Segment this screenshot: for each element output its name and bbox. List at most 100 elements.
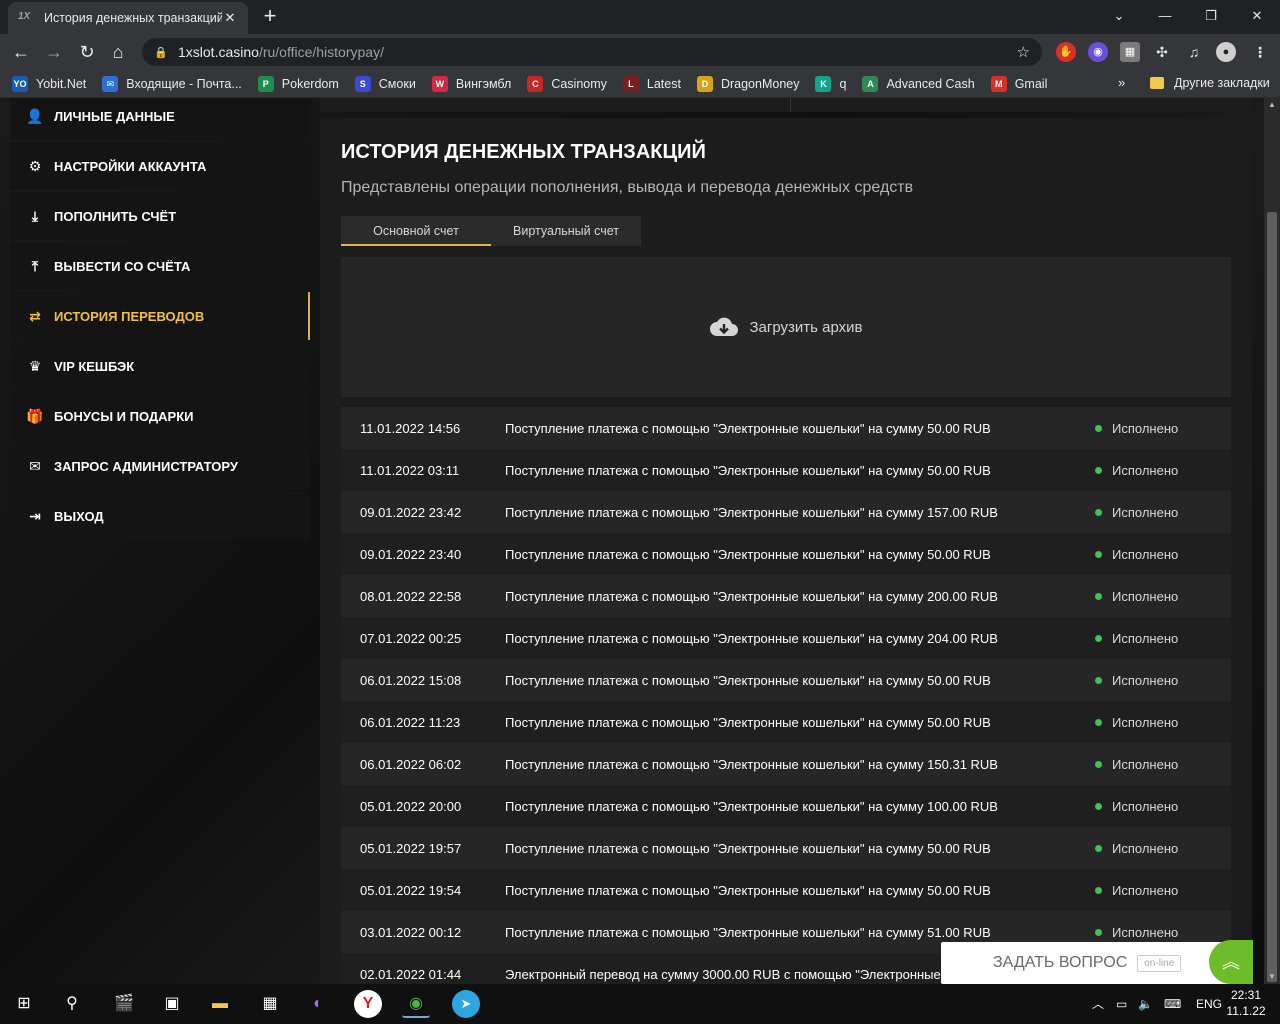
scrollbar-thumb[interactable]: [1267, 212, 1277, 982]
page-scrollbar[interactable]: ▲ ▼: [1264, 98, 1280, 984]
system-clock[interactable]: 22:31 11.1.22: [1226, 987, 1266, 1019]
extension-ghost-icon[interactable]: ◉: [1088, 42, 1108, 62]
sidebar-item-label: Выход: [54, 508, 104, 524]
chrome-icon[interactable]: ◉: [402, 990, 430, 1018]
tab-virtual-account[interactable]: Виртуальный счет: [491, 216, 641, 246]
tray-chevron-icon[interactable]: ︿: [1092, 984, 1104, 1024]
bookmark-favicon-icon: P: [257, 75, 274, 92]
tx-date: 09.01.2022 23:42: [360, 504, 462, 520]
table-row: 05.01.2022 19:57 Поступление платежа с по…: [341, 827, 1231, 869]
extension-photo-icon[interactable]: ▦: [1120, 42, 1140, 62]
browser-tab[interactable]: 1X История денежных транзакций ✕: [8, 2, 248, 34]
windows-start-icon[interactable]: ⊞: [10, 990, 38, 1018]
telegram-icon[interactable]: ➤: [452, 990, 480, 1018]
status-label: Исполнено: [1112, 882, 1179, 898]
menu-kebab-icon[interactable]: ⋮: [1250, 42, 1270, 62]
search-icon[interactable]: ⚲: [58, 990, 86, 1018]
sidebar-item[interactable]: ⇥ Выход: [10, 492, 310, 540]
volume-icon[interactable]: 🔈: [1138, 984, 1153, 1024]
media-control-icon[interactable]: ♫: [1184, 42, 1204, 62]
sidebar-item[interactable]: ⤒ Вывести со счёта: [10, 242, 310, 290]
online-badge: on-line: [1137, 954, 1182, 972]
restore-button[interactable]: ❐: [1188, 0, 1234, 34]
page-title: История денежных транзакций: [341, 141, 706, 163]
close-window-button[interactable]: ✕: [1234, 0, 1280, 34]
lock-icon[interactable]: 🔒: [154, 46, 168, 59]
bookmark-item[interactable]: M Gmail: [990, 75, 1048, 92]
other-bookmarks-folder[interactable]: Другие закладки: [1150, 76, 1270, 90]
close-tab-icon[interactable]: ✕: [222, 10, 238, 26]
tab-main-account[interactable]: Основной счет: [341, 216, 491, 246]
status-dot-icon: [1095, 718, 1102, 726]
tx-date: 11.01.2022 03:11: [360, 462, 460, 478]
bookmark-item[interactable]: W Вингэмбл: [431, 75, 511, 92]
extensions-puzzle-icon[interactable]: ✣: [1152, 42, 1172, 62]
sidebar-item[interactable]: ⚙ Настройки аккаунта: [10, 142, 310, 190]
bookmark-star-icon[interactable]: ☆: [1017, 43, 1030, 61]
sidebar-item[interactable]: 🎁 Бонусы и подарки: [10, 392, 310, 440]
url-path: /ru/office/historypay/: [258, 44, 384, 60]
transactions-panel: История денежных транзакций Представлены…: [320, 118, 1252, 984]
new-tab-button[interactable]: +: [258, 5, 282, 29]
home-icon[interactable]: ⌂: [105, 39, 131, 65]
status-label: Исполнено: [1112, 714, 1179, 730]
control-panel-icon[interactable]: ▣: [158, 990, 186, 1018]
calculator-icon[interactable]: ▦: [256, 990, 284, 1018]
status-dot-icon: [1095, 634, 1102, 642]
bookmark-item[interactable]: D DragonMoney: [696, 75, 799, 92]
extension-hand-icon[interactable]: ✋: [1056, 42, 1076, 62]
tx-date: 05.01.2022 19:57: [360, 840, 462, 856]
bookmark-favicon-icon: M: [990, 75, 1007, 92]
reload-icon[interactable]: ↻: [74, 39, 100, 65]
status-badge: Исполнено: [1095, 883, 1178, 898]
sidebar-item-label: Запрос администратору: [54, 458, 238, 474]
scroll-up-icon[interactable]: ▲: [1264, 98, 1280, 112]
status-label: Исполнено: [1112, 546, 1179, 562]
sidebar-item[interactable]: ⤓ Пополнить счёт: [10, 192, 310, 240]
table-row: 06.01.2022 15:08 Поступление платежа с по…: [341, 659, 1231, 701]
bookmark-label: Gmail: [1014, 76, 1048, 91]
bookmark-item[interactable]: Kq: [815, 75, 846, 92]
bookmark-item[interactable]: P Pokerdom: [257, 75, 339, 92]
scroll-top-chevron-icon[interactable]: ︽: [1209, 940, 1253, 984]
bookmark-label: Casinomy: [551, 76, 607, 91]
user-edit-icon: 👤: [26, 108, 44, 124]
status-dot-icon: [1095, 550, 1102, 558]
back-icon[interactable]: ←: [8, 39, 34, 65]
film-app-icon[interactable]: 🎬: [110, 990, 138, 1018]
exchange-icon: ⇄: [29, 308, 41, 324]
sidebar-item[interactable]: ⇄ История переводов: [10, 292, 310, 340]
profile-avatar[interactable]: ●: [1216, 42, 1236, 62]
keyboard-icon[interactable]: ⌨: [1164, 984, 1181, 1024]
scroll-down-icon[interactable]: ▼: [1264, 970, 1280, 984]
yandex-browser-icon[interactable]: Y: [354, 990, 382, 1018]
media-player-icon[interactable]: ◐: [304, 990, 332, 1018]
bookmarks-overflow-button[interactable]: »: [1118, 75, 1125, 90]
tab-search-icon[interactable]: ⌄: [1096, 0, 1142, 34]
bookmarks-bar: YO Yobit.Net ✉ Входящие - Почта... P Pokerdom…: [0, 70, 1280, 98]
file-explorer-icon[interactable]: ▬: [206, 990, 234, 1018]
sidebar-item[interactable]: 👤 Личные данные: [10, 98, 310, 140]
status-dot-icon: [1095, 508, 1102, 516]
bookmark-item[interactable]: YO Yobit.Net: [12, 75, 86, 92]
address-bar[interactable]: 🔒 1xslot.casino /ru/office/historypay/ ☆: [142, 38, 1042, 66]
minimize-button[interactable]: —: [1142, 0, 1188, 34]
table-row: 11.01.2022 03:11 Поступление платежа с по…: [341, 449, 1231, 491]
language-indicator[interactable]: ENG: [1196, 984, 1222, 1024]
bookmark-item[interactable]: L Latest: [622, 75, 681, 92]
ask-question-widget[interactable]: ЗАДАТЬ ВОПРОС on-line ︽: [941, 940, 1253, 984]
bookmark-item[interactable]: ✉ Входящие - Почта...: [102, 75, 242, 92]
sidebar-item[interactable]: ✉ Запрос администратору: [10, 442, 310, 490]
bookmark-item[interactable]: S Смоки: [354, 75, 416, 92]
forward-icon[interactable]: →: [41, 39, 67, 65]
bookmark-item[interactable]: C Casinomy: [527, 75, 607, 92]
status-label: Исполнено: [1112, 756, 1179, 772]
network-icon[interactable]: ▭: [1116, 984, 1127, 1024]
status-label: Исполнено: [1112, 630, 1179, 646]
status-badge: Исполнено: [1095, 757, 1178, 772]
status-label: Исполнено: [1112, 420, 1179, 436]
sidebar-item[interactable]: ♛ VIP Кешбэк: [10, 342, 310, 390]
status-dot-icon: [1095, 592, 1102, 600]
download-archive-button[interactable]: Загрузить архив: [341, 257, 1231, 397]
bookmark-item[interactable]: A Advanced Cash: [862, 75, 975, 92]
